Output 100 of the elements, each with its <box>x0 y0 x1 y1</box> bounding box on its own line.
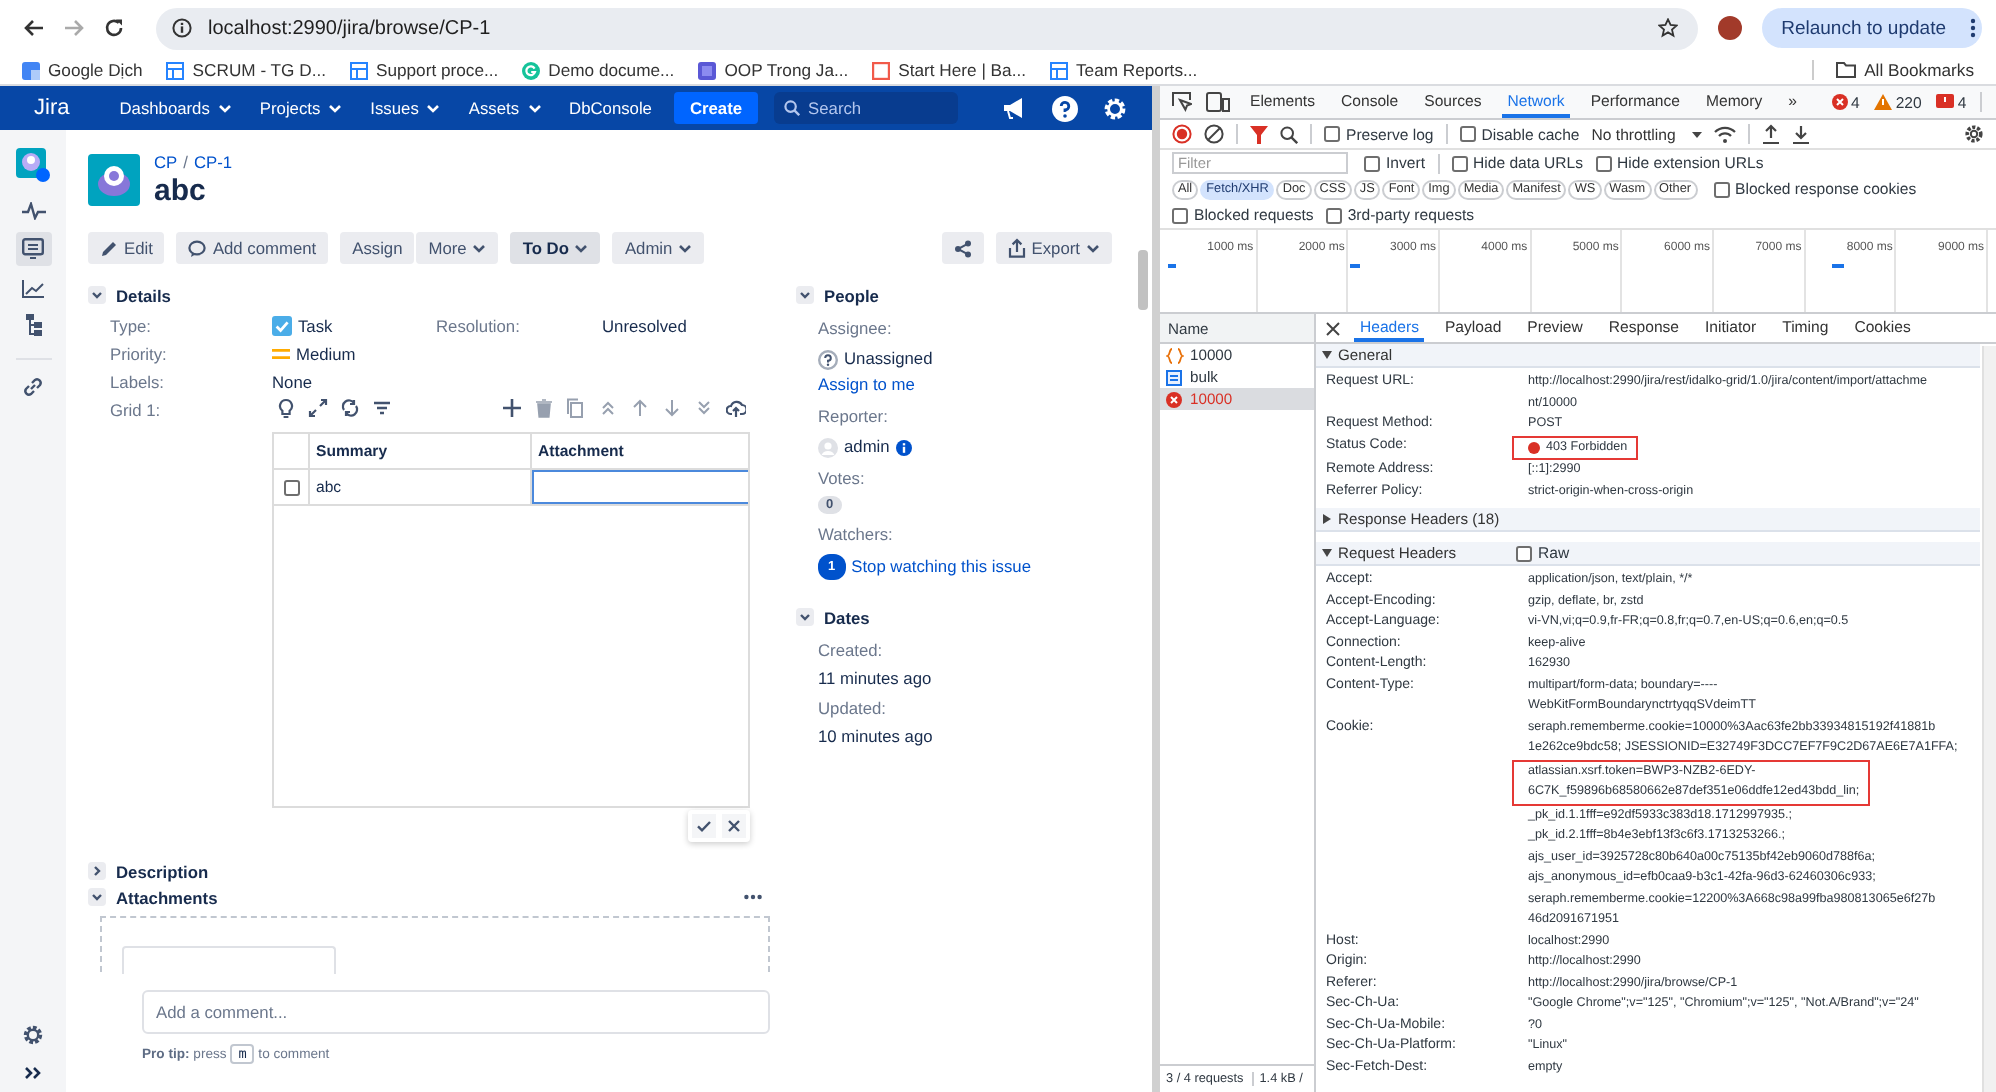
bookmark-link[interactable]: Google Dịch <box>12 56 153 84</box>
move-top-icon[interactable] <box>598 398 618 418</box>
action-button[interactable]: To Do <box>510 232 601 264</box>
checkbox[interactable] <box>1516 545 1532 561</box>
wifi-settings-icon[interactable] <box>1713 125 1736 143</box>
checkbox[interactable] <box>283 479 299 495</box>
sidebar-item[interactable] <box>14 146 52 184</box>
device-icon[interactable] <box>1206 92 1230 112</box>
checkbox[interactable] <box>1324 126 1340 142</box>
scrollbar[interactable] <box>1982 346 1996 1092</box>
bookmark-link[interactable]: Start Here | Ba... <box>862 56 1036 84</box>
chevron-down-icon[interactable] <box>88 286 106 304</box>
more-icon[interactable] <box>744 894 762 900</box>
trash-icon[interactable] <box>534 398 554 418</box>
upload-icon[interactable] <box>1761 124 1780 144</box>
document-icon <box>1166 369 1184 385</box>
cloud-upload-icon[interactable] <box>726 398 746 418</box>
checkbox[interactable] <box>1459 126 1476 142</box>
chevron-down-icon[interactable] <box>796 608 814 626</box>
share-button[interactable] <box>941 232 984 264</box>
caret-icon <box>574 243 589 253</box>
help-icon[interactable] <box>1052 95 1079 121</box>
sidebar-item[interactable] <box>15 232 51 266</box>
relaunch-button[interactable]: Relaunch to update <box>1761 8 1982 48</box>
chevron-down-icon[interactable] <box>796 286 814 304</box>
attachment-cell[interactable] <box>532 470 748 504</box>
copy-icon[interactable] <box>566 398 586 418</box>
action-button[interactable]: Edit <box>88 232 165 264</box>
bookmark-link[interactable]: Support proce... <box>339 56 509 84</box>
expand-sidebar-icon[interactable] <box>24 1066 42 1080</box>
settings-icon[interactable] <box>22 1024 44 1046</box>
action-button[interactable]: Add comment <box>176 232 329 264</box>
sidebar-item[interactable] <box>19 274 47 302</box>
settings-icon[interactable] <box>1964 124 1984 144</box>
dropdown-icon <box>1691 131 1702 137</box>
action-button[interactable]: Admin <box>612 232 705 264</box>
hierarchy-icon <box>25 313 41 335</box>
chevron-right-icon[interactable] <box>88 862 106 880</box>
priority-medium-icon <box>272 348 290 360</box>
stop-watching-link[interactable]: Stop watching this issue <box>851 556 1031 578</box>
inspect-icon[interactable] <box>1172 92 1192 112</box>
checkbox[interactable] <box>1325 207 1342 223</box>
download-icon[interactable] <box>1791 124 1810 144</box>
sidebar-item[interactable] <box>19 372 47 400</box>
create-button[interactable]: Create <box>673 92 759 124</box>
nav-menu[interactable]: Projects <box>253 98 349 118</box>
chevron-down-icon[interactable] <box>88 888 106 906</box>
comment-field[interactable]: Add a comment... <box>142 990 770 1034</box>
url-text[interactable]: localhost:2990/jira/browse/CP-1 <box>208 17 491 39</box>
all-bookmarks-button[interactable]: All Bookmarks <box>1826 56 1984 84</box>
checkbox[interactable] <box>1364 155 1380 171</box>
nav-menu[interactable]: Dashboards <box>113 98 238 118</box>
breadcrumb-link[interactable]: CP <box>154 152 178 172</box>
refresh-icon[interactable] <box>340 398 360 418</box>
assign-to-me-link[interactable]: Assign to me <box>818 374 915 396</box>
clear-icon[interactable] <box>1204 124 1224 144</box>
lightbulb-icon[interactable] <box>276 398 296 418</box>
field-label: Assignee: <box>818 318 892 340</box>
expand-icon[interactable] <box>308 398 328 418</box>
search-field[interactable]: Search <box>774 92 959 124</box>
search-icon[interactable] <box>1280 125 1298 143</box>
checkbox[interactable] <box>1713 181 1730 197</box>
address-bar[interactable]: localhost:2990/jira/browse/CP-1 <box>156 7 1698 49</box>
section-heading: Attachments <box>116 887 218 907</box>
filter-icon[interactable] <box>372 398 392 418</box>
action-button[interactable]: More <box>416 232 499 264</box>
breadcrumb-link[interactable]: CP-1 <box>193 152 233 172</box>
filter-icon[interactable] <box>1250 125 1268 143</box>
plus-icon[interactable] <box>502 398 522 418</box>
export-button[interactable]: Export <box>995 232 1112 264</box>
bookmark-link[interactable]: SCRUM - TG D... <box>156 56 336 84</box>
info-icon[interactable] <box>895 439 912 455</box>
more-vertical-icon[interactable] <box>1970 18 1976 38</box>
checkbox[interactable] <box>1172 207 1188 223</box>
back-icon[interactable] <box>24 18 44 38</box>
bookmark-link[interactable]: OOP Trong Ja... <box>688 56 859 84</box>
field-label: Watchers: <box>818 524 893 546</box>
arrow-down-icon[interactable] <box>662 398 682 418</box>
warning-icon <box>1873 94 1892 110</box>
bookmark-star-icon[interactable] <box>1657 18 1678 38</box>
checkbox[interactable] <box>1451 155 1467 171</box>
field-value: Unresolved <box>602 314 689 338</box>
action-button[interactable]: Assign <box>340 232 415 264</box>
nav-menu[interactable]: Issues <box>364 98 447 118</box>
scrollbar[interactable] <box>1138 250 1148 310</box>
reload-icon[interactable] <box>104 18 124 38</box>
confirm-icon[interactable] <box>692 814 716 838</box>
bookmark-link[interactable]: Team Reports... <box>1040 56 1208 84</box>
sidebar-item[interactable] <box>19 196 47 224</box>
bookmark-link[interactable]: Demo docume... <box>512 56 685 84</box>
record-stop-icon[interactable] <box>1172 124 1192 144</box>
arrow-up-icon[interactable] <box>630 398 650 418</box>
close-icon[interactable] <box>1326 321 1340 335</box>
logo-text[interactable]: Jira <box>34 96 70 120</box>
checkbox[interactable] <box>1595 155 1612 171</box>
nav-menu[interactable]: Assets <box>462 98 548 118</box>
move-bottom-icon[interactable] <box>694 398 714 418</box>
profile-avatar[interactable] <box>1717 16 1742 40</box>
nav-menu[interactable]: DbConsole <box>563 98 658 118</box>
cancel-icon[interactable] <box>722 814 746 838</box>
